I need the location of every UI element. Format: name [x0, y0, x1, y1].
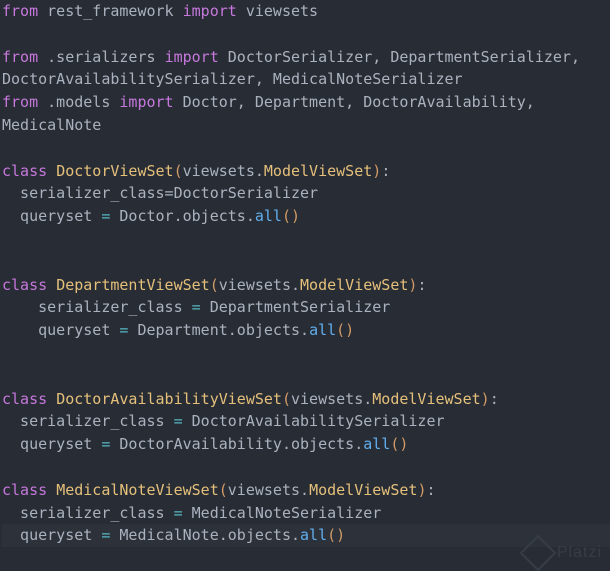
code-token: DepartmentSerializer	[200, 298, 391, 317]
code-token: ()	[281, 207, 301, 226]
code-token: MedicalNoteViewSet	[56, 480, 219, 499]
code-token: =	[173, 412, 183, 431]
code-line[interactable]: class DepartmentViewSet(viewsets.ModelVi…	[2, 274, 610, 297]
code-token: ModelViewSet	[309, 480, 418, 499]
code-token: viewsets	[236, 2, 319, 20]
code-line[interactable]: serializer_class = MedicalNoteSerializer	[2, 502, 610, 525]
code-token: serializer_class	[2, 298, 192, 317]
code-token: class	[2, 480, 48, 499]
code-line[interactable]: serializer_class=DoctorSerializer	[2, 182, 610, 205]
code-line[interactable]: class MedicalNoteViewSet(viewsets.ModelV…	[2, 479, 610, 502]
code-line[interactable]: class DoctorViewSet(viewsets.ModelViewSe…	[2, 160, 610, 183]
code-token: queryset	[2, 526, 102, 545]
platzi-watermark: Platzi	[519, 534, 602, 571]
code-token: import	[182, 2, 237, 20]
code-token: ()	[327, 526, 346, 545]
code-token: viewsets.	[291, 389, 373, 408]
code-line[interactable]: queryset = MedicalNote.objects.all()	[2, 524, 610, 548]
code-token: MedicalNote.objects.	[110, 526, 301, 545]
code-token: queryset	[2, 321, 120, 340]
code-token: )	[372, 161, 382, 180]
code-token: queryset	[2, 207, 102, 226]
code-token: all	[309, 321, 337, 340]
code-token: ModelViewSet	[263, 161, 373, 180]
code-line[interactable]: from rest_framework import viewsets	[2, 0, 610, 23]
code-token: from	[2, 47, 39, 66]
code-token: :	[417, 275, 427, 294]
code-token: .models	[38, 93, 120, 112]
code-token: DoctorAvailabilitySerializer	[182, 412, 445, 431]
code-token: .serializers	[38, 47, 165, 66]
code-token: ()	[336, 321, 355, 340]
code-token: import	[164, 47, 219, 66]
code-line[interactable]	[2, 456, 610, 479]
code-token: (	[218, 480, 228, 499]
code-editor[interactable]: from rest_framework import viewsets from…	[2, 0, 610, 548]
code-token: import	[119, 93, 174, 112]
code-line[interactable]: from .models import Doctor, Department, …	[2, 91, 610, 114]
code-line[interactable]: DoctorAvailabilitySerializer, MedicalNot…	[2, 68, 610, 91]
code-line[interactable]: class DoctorAvailabilityViewSet(viewsets…	[2, 388, 610, 411]
code-line[interactable]	[2, 137, 610, 160]
code-token: (	[173, 161, 183, 180]
code-token: DoctorAvailabilityViewSet	[56, 389, 282, 408]
code-line[interactable]: serializer_class = DepartmentSerializer	[2, 296, 610, 319]
code-token: viewsets.	[227, 480, 310, 499]
code-token: DoctorSerializer, DepartmentSerializer,	[218, 47, 580, 66]
code-token: =	[173, 503, 183, 522]
code-line[interactable]	[2, 251, 610, 274]
code-token: :	[489, 389, 499, 408]
code-token: ()	[390, 435, 409, 454]
code-line[interactable]	[2, 342, 610, 365]
code-token: serializer_class	[2, 412, 174, 431]
code-token: class	[2, 161, 48, 180]
code-token: all	[300, 526, 328, 545]
code-token: :	[381, 161, 391, 180]
code-line[interactable]: MedicalNote	[2, 114, 610, 137]
code-token: )	[480, 389, 490, 408]
code-token: Department.objects.	[128, 321, 310, 340]
code-token: class	[2, 389, 48, 408]
code-line[interactable]	[2, 365, 610, 388]
code-line[interactable]	[2, 228, 610, 251]
code-line[interactable]: queryset = DoctorAvailability.objects.al…	[2, 433, 610, 456]
platzi-logo-icon	[519, 534, 557, 571]
code-token: ModelViewSet	[372, 389, 481, 408]
code-token: ModelViewSet	[300, 275, 409, 294]
code-token: DoctorViewSet	[56, 161, 174, 180]
code-token: from	[2, 93, 39, 112]
code-token: DepartmentViewSet	[56, 275, 210, 294]
code-token: serializer_class=DoctorSerializer	[2, 184, 319, 203]
code-line[interactable]	[2, 23, 610, 46]
code-token: from	[2, 2, 39, 20]
code-token: viewsets.	[182, 161, 264, 180]
code-token: rest_framework	[38, 2, 183, 20]
code-token: (	[209, 275, 219, 294]
code-line[interactable]: queryset = Department.objects.all()	[2, 319, 610, 342]
code-token: MedicalNoteSerializer	[182, 503, 382, 522]
code-line[interactable]: queryset = Doctor.objects.all()	[2, 205, 610, 228]
code-token: Doctor, Department, DoctorAvailability,	[173, 93, 535, 112]
watermark-text: Platzi	[556, 544, 602, 562]
code-token: all	[363, 435, 391, 454]
code-token: class	[2, 275, 48, 294]
code-token: queryset	[2, 435, 102, 454]
code-token: =	[191, 298, 201, 317]
code-token: serializer_class	[2, 503, 174, 522]
code-token: (	[281, 389, 291, 408]
code-token: :	[426, 480, 436, 499]
code-token: viewsets.	[218, 275, 301, 294]
code-token: DoctorAvailability.objects.	[110, 435, 364, 454]
code-token: DoctorAvailabilitySerializer, MedicalNot…	[2, 70, 463, 89]
code-token: Doctor.objects.	[110, 207, 255, 226]
code-token: MedicalNote	[2, 115, 102, 134]
code-line[interactable]: from .serializers import DoctorSerialize…	[2, 46, 610, 69]
code-token: all	[254, 207, 282, 226]
code-line[interactable]: serializer_class = DoctorAvailabilitySer…	[2, 410, 610, 433]
